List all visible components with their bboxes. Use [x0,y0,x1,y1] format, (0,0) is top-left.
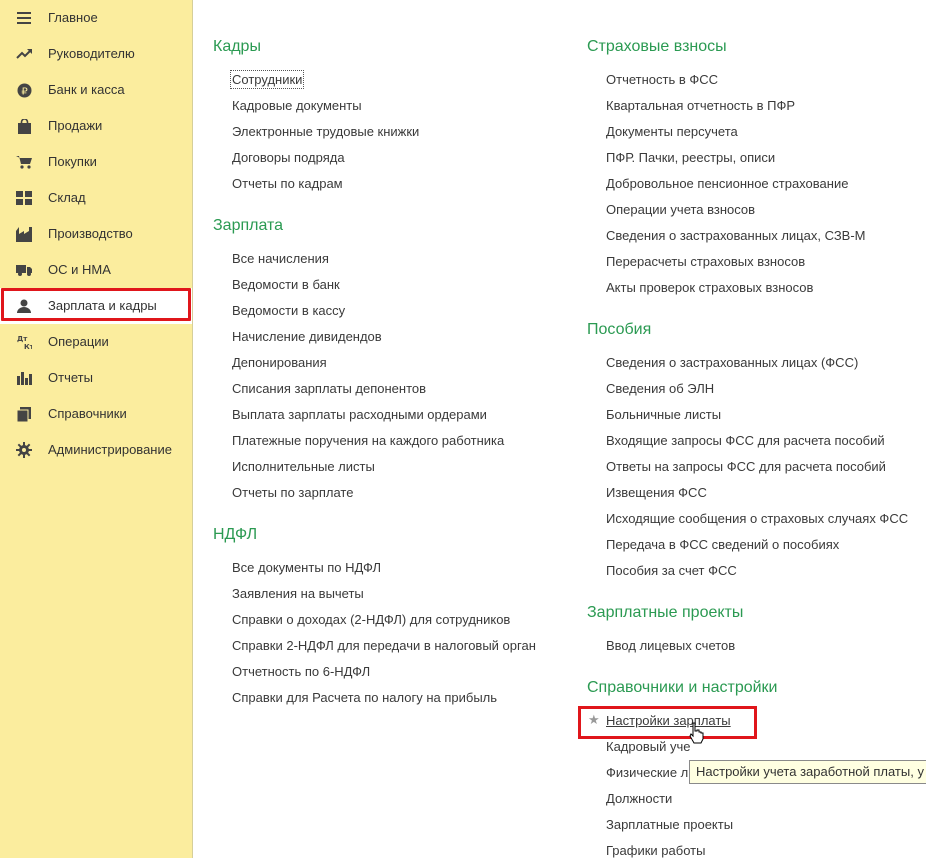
link-kadry-4[interactable]: Отчеты по кадрам [232,176,343,191]
bar-chart-icon [16,370,32,386]
section-title-kadry: Кадры [213,38,261,55]
link-strah-8[interactable]: Акты проверок страховых взносов [606,280,813,295]
sidebar-item-8[interactable]: Зарплата и кадры [0,288,192,324]
link-zarplata-9[interactable]: Отчеты по зарплате [232,485,353,500]
sidebar-item-label: Операции [48,334,109,349]
link-strah-2[interactable]: Документы персучета [606,124,738,139]
link-zarplata-7[interactable]: Платежные поручения на каждого работника [232,433,504,448]
sidebar-item-11[interactable]: Справочники [0,396,192,432]
link-strah-4[interactable]: Добровольное пенсионное страхование [606,176,848,191]
link-strah-1[interactable]: Квартальная отчетность в ПФР [606,98,795,113]
link-ndfl-2[interactable]: Справки о доходах (2-НДФЛ) для сотрудник… [232,612,510,627]
trend-icon [16,46,32,62]
section-title-posobiya: Пособия [587,321,652,338]
sidebar-item-12[interactable]: Администрирование [0,432,192,468]
book-icon [16,406,32,422]
hand-cursor-icon [688,722,706,749]
link-ndfl-1[interactable]: Заявления на вычеты [232,586,364,601]
link-kadry-1[interactable]: Кадровые документы [232,98,362,113]
sidebar-item-7[interactable]: ОС и НМА [0,252,192,288]
sidebar-item-label: Производство [48,226,133,241]
link-spravochniki-5[interactable]: Графики работы [606,843,705,858]
sidebar-item-label: Администрирование [48,442,172,457]
link-ndfl-0[interactable]: Все документы по НДФЛ [232,560,381,575]
link-zarplata-6[interactable]: Выплата зарплаты расходными ордерами [232,407,487,422]
link-posobiya-1[interactable]: Сведения об ЭЛН [606,381,714,396]
link-ndfl-5[interactable]: Справки для Расчета по налогу на прибыль [232,690,497,705]
svg-text:Кт: Кт [24,343,32,350]
sidebar-item-label: Зарплата и кадры [48,298,157,313]
link-zarplata-3[interactable]: Начисление дивидендов [232,329,382,344]
sidebar: Главное Руководителю ₽ Банк и касса Продажи П… [0,0,193,858]
link-spravochniki-0[interactable]: Настройки зарплаты [606,713,731,728]
link-zarplata-4[interactable]: Депонирования [232,355,327,370]
sidebar-item-3[interactable]: Продажи [0,108,192,144]
factory-icon [16,226,32,242]
sidebar-item-label: ОС и НМА [48,262,111,277]
menu-icon [16,10,32,26]
link-posobiya-8[interactable]: Пособия за счет ФСС [606,563,737,578]
link-zarplata-2[interactable]: Ведомости в кассу [232,303,345,318]
svg-text:Дт: Дт [17,335,28,343]
section-title-ndfl: НДФЛ [213,526,258,543]
tooltip: Настройки учета заработной платы, у [689,760,926,784]
link-posobiya-3[interactable]: Входящие запросы ФСС для расчета пособий [606,433,885,448]
section-title-spravochniki: Справочники и настройки [587,679,778,696]
link-strah-7[interactable]: Перерасчеты страховых взносов [606,254,805,269]
link-posobiya-0[interactable]: Сведения о застрахованных лицах (ФСС) [606,355,858,370]
sidebar-item-label: Банк и касса [48,82,125,97]
link-strah-5[interactable]: Операции учета взносов [606,202,755,217]
sidebar-item-label: Главное [48,10,98,25]
star-icon[interactable]: ★ [588,712,600,728]
sidebar-item-5[interactable]: Склад [0,180,192,216]
person-icon [16,298,32,314]
link-posobiya-2[interactable]: Больничные листы [606,407,721,422]
ruble-icon: ₽ [16,82,32,98]
link-strah-3[interactable]: ПФР. Пачки, реестры, описи [606,150,775,165]
sidebar-item-2[interactable]: ₽ Банк и касса [0,72,192,108]
link-spravochniki-3[interactable]: Должности [606,791,672,806]
link-spravochniki-1[interactable]: Кадровый уче [606,739,690,754]
grid-icon [16,190,32,206]
sidebar-item-label: Продажи [48,118,103,133]
svg-text:₽: ₽ [21,86,28,97]
link-posobiya-6[interactable]: Исходящие сообщения о страховых случаях … [606,511,908,526]
link-posobiya-4[interactable]: Ответы на запросы ФСС для расчета пособи… [606,459,886,474]
dt-kt-icon: Дт Кт [16,334,32,350]
link-zarplata-5[interactable]: Списания зарплаты депонентов [232,381,426,396]
sidebar-item-label: Покупки [48,154,97,169]
sidebar-item-label: Отчеты [48,370,93,385]
gear-icon [16,442,32,458]
sidebar-item-1[interactable]: Руководителю [0,36,192,72]
cart-icon [16,154,32,170]
sidebar-item-10[interactable]: Отчеты [0,360,192,396]
link-zarplata-0[interactable]: Все начисления [232,251,329,266]
section-title-zarplata: Зарплата [213,217,284,234]
truck-icon [16,262,32,278]
link-spravochniki-4[interactable]: Зарплатные проекты [606,817,733,832]
link-kadry-3[interactable]: Договоры подряда [232,150,345,165]
sidebar-item-6[interactable]: Производство [0,216,192,252]
link-spravochniki-2[interactable]: Физические л [606,765,688,780]
link-posobiya-5[interactable]: Извещения ФСС [606,485,707,500]
section-title-zp_proekty: Зарплатные проекты [587,604,744,621]
link-strah-0[interactable]: Отчетность в ФСС [606,72,718,87]
link-ndfl-3[interactable]: Справки 2-НДФЛ для передачи в налоговый … [232,638,536,653]
sidebar-item-label: Склад [48,190,86,205]
sidebar-item-0[interactable]: Главное [0,0,192,36]
sidebar-item-label: Справочники [48,406,127,421]
bag-icon [16,118,32,134]
link-posobiya-7[interactable]: Передача в ФСС сведений о пособиях [606,537,839,552]
sidebar-item-label: Руководителю [48,46,135,61]
sidebar-item-9[interactable]: Дт Кт Операции [0,324,192,360]
section-title-strah: Страховые взносы [587,38,727,55]
link-kadry-2[interactable]: Электронные трудовые книжки [232,124,419,139]
link-ndfl-4[interactable]: Отчетность по 6-НДФЛ [232,664,370,679]
link-zarplata-8[interactable]: Исполнительные листы [232,459,375,474]
link-zarplata-1[interactable]: Ведомости в банк [232,277,340,292]
link-kadry-0[interactable]: Сотрудники [229,70,305,89]
sidebar-item-4[interactable]: Покупки [0,144,192,180]
link-zp_proekty-0[interactable]: Ввод лицевых счетов [606,638,735,653]
link-strah-6[interactable]: Сведения о застрахованных лицах, СЗВ-М [606,228,866,243]
